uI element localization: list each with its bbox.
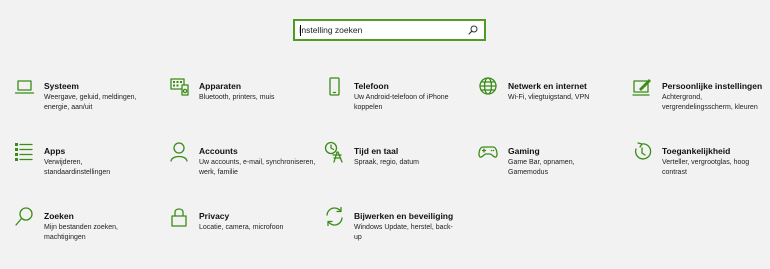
ease-of-access-icon xyxy=(632,141,654,163)
tile-title: Apps xyxy=(44,146,66,156)
tile-title: Privacy xyxy=(199,211,230,221)
globe-icon xyxy=(478,76,500,98)
tile-apps[interactable]: Apps Verwijderen, standaardinstellingen xyxy=(14,141,164,177)
tile-description: Achtergrond, vergrendelingsscherm, kleur… xyxy=(662,94,758,111)
person-icon xyxy=(169,141,191,163)
tile-description: Verwijderen, standaardinstellingen xyxy=(44,159,111,176)
tile-tijd-en-taal[interactable]: Tijd en taal Spraak, regio, datum xyxy=(324,141,474,168)
tile-description: Verteller, vergrootglas, hoog contrast xyxy=(662,159,750,176)
phone-icon xyxy=(324,76,346,98)
tile-description: Weergave, geluid, meldingen, energie, aa… xyxy=(44,94,137,111)
tile-accounts[interactable]: Accounts Uw accounts, e-mail, synchronis… xyxy=(169,141,319,177)
tile-persoonlijke-instellingen[interactable]: Persoonlijke instellingen Achtergrond, v… xyxy=(632,76,770,112)
tile-toegankelijkheid[interactable]: Toegankelijkheid Verteller, vergrootglas… xyxy=(632,141,770,177)
sync-icon xyxy=(324,206,346,228)
tile-description: Locatie, camera, microfoon xyxy=(199,224,284,231)
search-icon xyxy=(14,206,36,228)
tile-description: Uw Android-telefoon of iPhone koppelen xyxy=(354,94,449,111)
search-icon[interactable] xyxy=(466,23,480,37)
keyboard-icon xyxy=(169,76,191,98)
tile-title: Toegankelijkheid xyxy=(662,146,731,156)
tile-title: Persoonlijke instellingen xyxy=(662,81,763,91)
tile-description: Wi-Fi, vliegtuigstand, VPN xyxy=(508,94,590,101)
time-language-icon xyxy=(324,141,346,163)
tile-title: Telefoon xyxy=(354,81,389,91)
tile-title: Tijd en taal xyxy=(354,146,399,156)
tile-description: Mijn bestanden zoeken, machtigingen xyxy=(44,224,118,241)
tile-description: Bluetooth, printers, muis xyxy=(199,94,275,101)
lock-icon xyxy=(169,206,191,228)
tile-title: Netwerk en internet xyxy=(508,81,587,91)
tile-title: Accounts xyxy=(199,146,238,156)
tile-title: Gaming xyxy=(508,146,540,156)
tile-gaming[interactable]: Gaming Game Bar, opnamen, Gamemodus xyxy=(478,141,628,177)
apps-list-icon xyxy=(14,141,36,163)
tile-title: Bijwerken en beveiliging xyxy=(354,211,454,221)
tile-title: Apparaten xyxy=(199,81,242,91)
tile-description: Game Bar, opnamen, Gamemodus xyxy=(508,159,575,176)
tile-privacy[interactable]: Privacy Locatie, camera, microfoon xyxy=(169,206,319,233)
tile-bijwerken-en-beveiliging[interactable]: Bijwerken en beveiliging Windows Update,… xyxy=(324,206,474,242)
text-caret xyxy=(300,25,301,36)
tile-systeem[interactable]: Systeem Weergave, geluid, meldingen, ene… xyxy=(14,76,164,112)
tile-netwerk-en-internet[interactable]: Netwerk en internet Wi-Fi, vliegtuigstan… xyxy=(478,76,628,103)
search-box[interactable] xyxy=(293,19,486,41)
search-input[interactable] xyxy=(295,21,466,39)
tile-description: Uw accounts, e-mail, synchroniseren, wer… xyxy=(199,159,316,176)
tile-description: Spraak, regio, datum xyxy=(354,159,419,166)
settings-home: Systeem Weergave, geluid, meldingen, ene… xyxy=(0,0,770,269)
gamepad-icon xyxy=(478,141,500,163)
tile-telefoon[interactable]: Telefoon Uw Android-telefoon of iPhone k… xyxy=(324,76,474,112)
tile-title: Zoeken xyxy=(44,211,74,221)
tile-title: Systeem xyxy=(44,81,79,91)
laptop-icon xyxy=(14,76,36,98)
tile-apparaten[interactable]: Apparaten Bluetooth, printers, muis xyxy=(169,76,319,103)
tile-zoeken[interactable]: Zoeken Mijn bestanden zoeken, machtiging… xyxy=(14,206,164,242)
paint-icon xyxy=(632,76,654,98)
tile-description: Windows Update, herstel, back-up xyxy=(354,224,453,241)
